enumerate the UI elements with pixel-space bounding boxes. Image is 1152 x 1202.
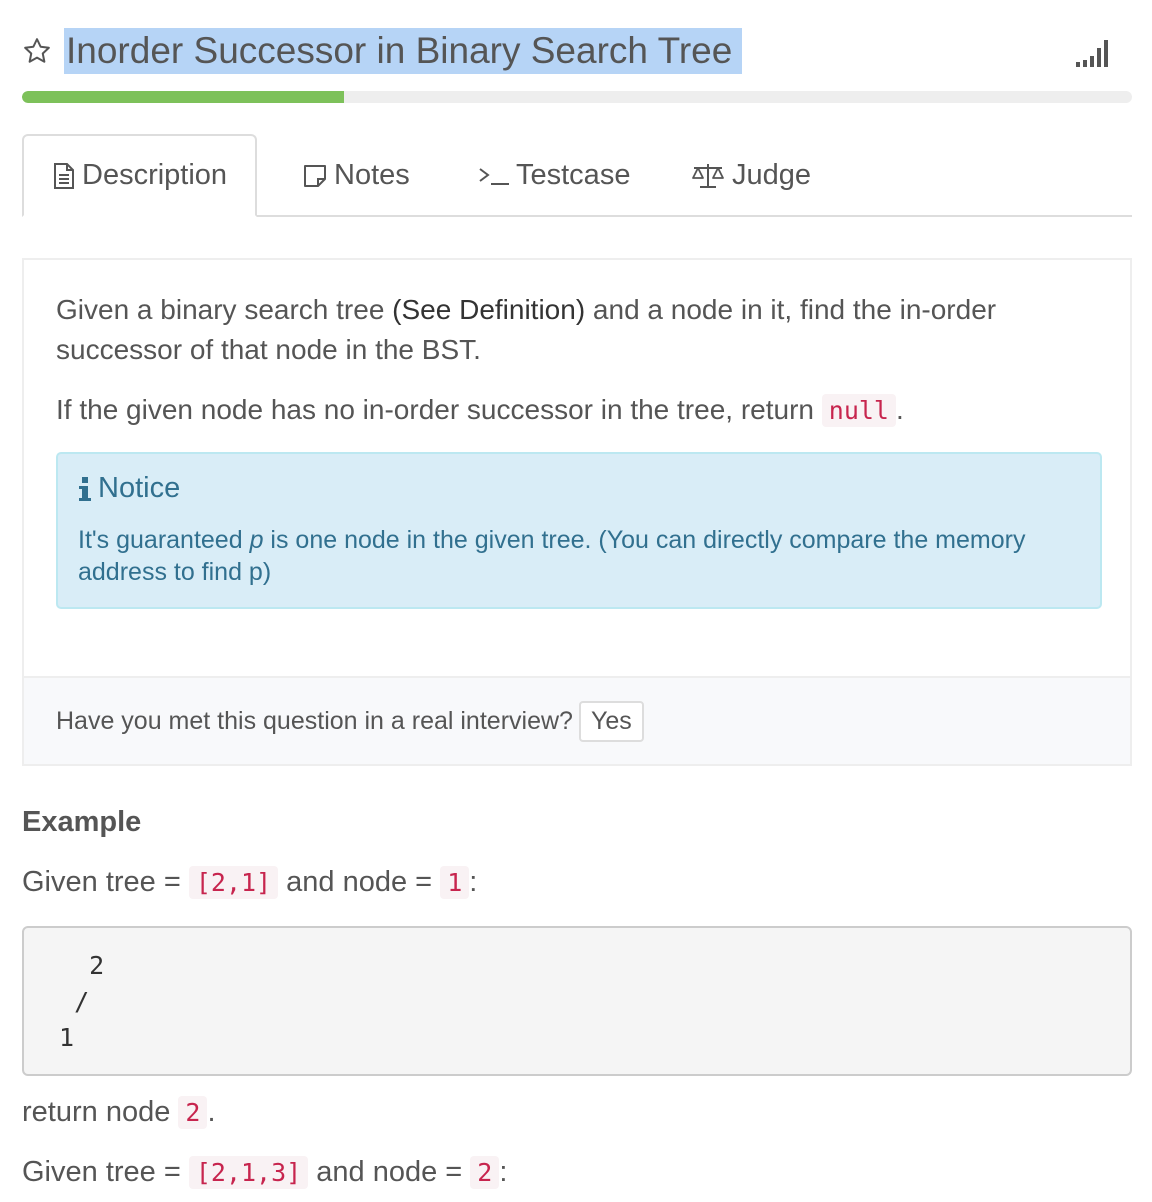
interview-question: Have you met this question in a real int… <box>56 706 573 735</box>
yes-button[interactable]: Yes <box>578 700 644 742</box>
example-tree-code: [2,1] <box>188 866 279 899</box>
null-code: null <box>821 394 896 427</box>
notice-text-emphasis: p <box>249 526 264 554</box>
tab-testcase[interactable]: Testcase <box>478 134 630 217</box>
example-tree-code: [2,1,3] <box>188 1156 309 1189</box>
example-text: and node = <box>308 1156 471 1188</box>
example-text: : <box>469 866 478 898</box>
terminal-icon <box>479 167 509 185</box>
progress-bar <box>22 91 1132 103</box>
progress-fill <box>22 91 344 103</box>
notice-text-part: It's guaranteed <box>78 526 250 554</box>
page-title: Inorder Successor in Binary Search Tree <box>64 28 743 74</box>
note-icon <box>304 164 326 187</box>
example-return-line: return node 2. <box>22 1096 216 1129</box>
example-given-line: Given tree = [2,1] and node = 1: <box>22 866 477 899</box>
tab-notes[interactable]: Notes <box>302 134 410 217</box>
description-text: If the given node has no in-order succes… <box>56 394 822 425</box>
example-text: . <box>207 1096 216 1128</box>
notice-text: It's guaranteed p is one node in the giv… <box>78 524 1078 588</box>
example-text: and node = <box>278 866 441 898</box>
tab-label: Description <box>82 159 228 191</box>
tab-label: Testcase <box>516 159 631 191</box>
tab-judge[interactable]: Judge <box>690 134 811 217</box>
notice-heading: Notice <box>78 472 180 505</box>
description-text: Given a binary search tree <box>56 294 393 325</box>
notice-title: Notice <box>98 472 181 504</box>
tree-diagram: 2 / 1 <box>22 926 1132 1076</box>
tab-label: Notes <box>334 159 410 191</box>
signal-bars-icon <box>1076 40 1108 67</box>
star-icon[interactable] <box>22 36 52 66</box>
example-text: Given tree = <box>22 866 189 898</box>
scale-icon <box>692 163 724 188</box>
example-text: return node <box>22 1096 179 1128</box>
example-node-code: 2 <box>470 1156 500 1189</box>
document-icon <box>54 162 74 189</box>
description-text: . <box>895 394 904 425</box>
example-text: Given tree = <box>22 1156 189 1188</box>
example-given-line: Given tree = [2,1,3] and node = 2: <box>22 1156 507 1189</box>
tab-label: Judge <box>732 159 812 191</box>
description-panel: Given a binary search tree (See Definiti… <box>22 258 1132 766</box>
tab-bar: Description Notes Testcase Judge <box>22 134 1132 217</box>
definition-link[interactable]: (See Definition) <box>392 294 585 325</box>
description-paragraph: If the given node has no in-order succes… <box>56 390 1096 431</box>
example-node-code: 2 <box>178 1096 208 1129</box>
example-node-code: 1 <box>440 866 470 899</box>
example-text: : <box>499 1156 508 1188</box>
problem-description: Given a binary search tree (See Definiti… <box>56 290 1096 451</box>
tab-description[interactable]: Description <box>22 134 258 217</box>
interview-question-bar: Have you met this question in a real int… <box>24 676 1130 764</box>
info-icon <box>79 476 91 501</box>
example-heading: Example <box>22 806 142 838</box>
description-paragraph: Given a binary search tree (See Definiti… <box>56 290 1096 370</box>
problem-header: Inorder Successor in Binary Search Tree <box>22 22 1132 82</box>
notice-box: Notice It's guaranteed p is one node in … <box>56 452 1102 609</box>
